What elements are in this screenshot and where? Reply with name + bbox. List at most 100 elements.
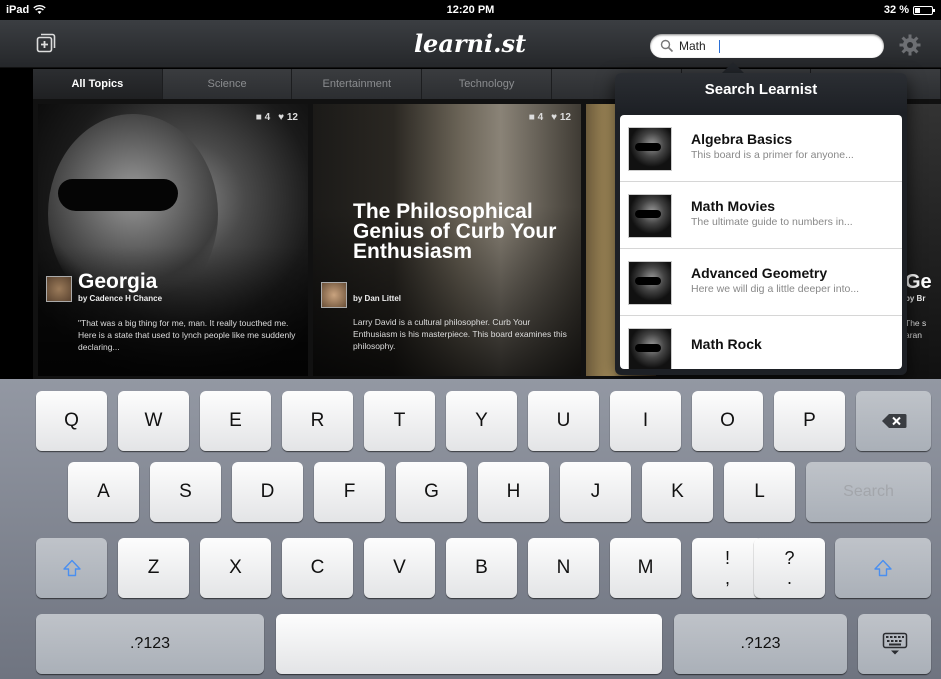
key-question-period[interactable]: ? . bbox=[754, 538, 825, 598]
key-i[interactable]: I bbox=[610, 391, 681, 451]
card-stats: ■ 4 ♥ 12 bbox=[528, 112, 571, 123]
result-title: Math Movies bbox=[691, 198, 776, 214]
search-result[interactable]: Math Movies The ultimate guide to number… bbox=[620, 182, 902, 249]
key-n[interactable]: N bbox=[528, 538, 599, 598]
result-thumbnail bbox=[628, 328, 672, 369]
tab-all-topics[interactable]: All Topics bbox=[33, 69, 163, 99]
tab-science[interactable]: Science bbox=[162, 69, 293, 99]
key-o[interactable]: O bbox=[692, 391, 763, 451]
search-result[interactable]: Math Rock bbox=[620, 316, 902, 369]
result-title: Algebra Basics bbox=[691, 131, 793, 147]
card-title: The Philosophical Genius of Curb Your En… bbox=[353, 200, 557, 263]
key-l[interactable]: L bbox=[724, 462, 795, 522]
key-b[interactable]: B bbox=[446, 538, 517, 598]
keyboard-dismiss-icon bbox=[882, 632, 907, 655]
clock: 12:20 PM bbox=[446, 4, 495, 16]
like-count: 12 bbox=[559, 112, 571, 123]
card-description: The s aran bbox=[905, 318, 927, 340]
card-description: Larry David is a cultural philosopher. C… bbox=[353, 317, 567, 351]
tab-technology[interactable]: Technology bbox=[422, 69, 552, 99]
key-u[interactable]: U bbox=[528, 391, 599, 451]
card-title: Ge bbox=[905, 271, 932, 293]
key-h[interactable]: H bbox=[478, 462, 549, 522]
new-board-icon[interactable] bbox=[34, 31, 58, 55]
battery-percent: 32 % bbox=[883, 4, 909, 16]
shift-key-left[interactable] bbox=[36, 538, 107, 598]
key-symbol-top: ? bbox=[784, 548, 795, 568]
search-icon bbox=[660, 39, 674, 53]
board-card-georgia[interactable]: ■ 4 ♥ 12 Georgia by Cadence H Chance "Th… bbox=[38, 104, 308, 376]
onscreen-keyboard: Q W E R T Y U I O P A S D F G H J K L Se… bbox=[0, 379, 941, 679]
result-thumbnail bbox=[628, 127, 672, 171]
key-t[interactable]: T bbox=[364, 391, 435, 451]
key-symbol-bottom: , bbox=[724, 568, 730, 588]
key-k[interactable]: K bbox=[642, 462, 713, 522]
avatar bbox=[46, 276, 72, 302]
search-field[interactable] bbox=[650, 34, 884, 58]
battery-icon bbox=[913, 5, 935, 15]
key-d[interactable]: D bbox=[232, 462, 303, 522]
numbers-key-left[interactable]: .?123 bbox=[36, 614, 264, 674]
comment-count: 4 bbox=[264, 112, 271, 123]
comment-count: 4 bbox=[537, 112, 544, 123]
search-results: Algebra Basics This board is a primer fo… bbox=[620, 115, 902, 369]
search-input[interactable] bbox=[679, 39, 719, 53]
board-card-partial-right[interactable]: Ge by Br The s aran bbox=[901, 104, 941, 376]
key-r[interactable]: R bbox=[282, 391, 353, 451]
card-byline: by Dan Littel bbox=[353, 294, 402, 303]
shift-icon bbox=[62, 559, 81, 577]
key-z[interactable]: Z bbox=[118, 538, 189, 598]
app-logo: learni.st bbox=[413, 29, 527, 58]
card-title: Georgia bbox=[78, 270, 158, 293]
key-g[interactable]: G bbox=[396, 462, 467, 522]
result-thumbnail bbox=[628, 261, 672, 305]
card-byline: by Cadence H Chance bbox=[78, 294, 163, 303]
key-symbol-bottom: . bbox=[786, 568, 792, 588]
key-f[interactable]: F bbox=[314, 462, 385, 522]
key-v[interactable]: V bbox=[364, 538, 435, 598]
result-title: Advanced Geometry bbox=[691, 265, 828, 281]
search-key[interactable]: Search bbox=[806, 462, 931, 522]
key-w[interactable]: W bbox=[118, 391, 189, 451]
result-description: This board is a primer for anyone... bbox=[691, 149, 854, 161]
gear-icon[interactable] bbox=[898, 33, 922, 57]
key-j[interactable]: J bbox=[560, 462, 631, 522]
result-title: Math Rock bbox=[691, 336, 762, 352]
like-count: 12 bbox=[286, 112, 298, 123]
tab-entertainment[interactable]: Entertainment bbox=[292, 69, 423, 99]
key-s[interactable]: S bbox=[150, 462, 221, 522]
key-q[interactable]: Q bbox=[36, 391, 107, 451]
key-c[interactable]: C bbox=[282, 538, 353, 598]
key-exclaim-comma[interactable]: ! , bbox=[692, 538, 763, 598]
popover-title: Search Learnist bbox=[704, 81, 818, 98]
search-popover: Search Learnist Algebra Basics This boar… bbox=[615, 73, 907, 375]
board-card-curb[interactable]: ■ 4 ♥ 12 The Philosophical Genius of Cur… bbox=[313, 104, 581, 376]
text-cursor bbox=[719, 39, 720, 53]
search-result[interactable]: Algebra Basics This board is a primer fo… bbox=[620, 115, 902, 182]
status-bar: iPad 12:20 PM 32 % bbox=[0, 0, 941, 20]
result-thumbnail bbox=[628, 194, 672, 238]
card-stats: ■ 4 ♥ 12 bbox=[255, 112, 298, 123]
shift-icon bbox=[874, 559, 892, 577]
space-bar[interactable] bbox=[276, 614, 662, 674]
key-y[interactable]: Y bbox=[446, 391, 517, 451]
result-description: The ultimate guide to numbers in... bbox=[691, 216, 853, 228]
backspace-icon bbox=[881, 414, 906, 428]
nav-bar: learni.st bbox=[0, 20, 941, 68]
key-a[interactable]: A bbox=[68, 462, 139, 522]
key-x[interactable]: X bbox=[200, 538, 271, 598]
hide-keyboard-key[interactable] bbox=[858, 614, 931, 674]
key-symbol-top: ! bbox=[724, 548, 730, 568]
shift-key-right[interactable] bbox=[835, 538, 931, 598]
card-photo-detail bbox=[58, 179, 178, 211]
card-description: "That was a big thing for me, man. It re… bbox=[78, 318, 296, 352]
numbers-key-right[interactable]: .?123 bbox=[674, 614, 847, 674]
key-e[interactable]: E bbox=[200, 391, 271, 451]
backspace-key[interactable] bbox=[856, 391, 931, 451]
card-byline: by Br bbox=[905, 294, 926, 303]
popover-arrow bbox=[722, 62, 744, 73]
key-p[interactable]: P bbox=[774, 391, 845, 451]
key-m[interactable]: M bbox=[610, 538, 681, 598]
search-result[interactable]: Advanced Geometry Here we will dig a lit… bbox=[620, 249, 902, 316]
avatar bbox=[321, 282, 347, 308]
